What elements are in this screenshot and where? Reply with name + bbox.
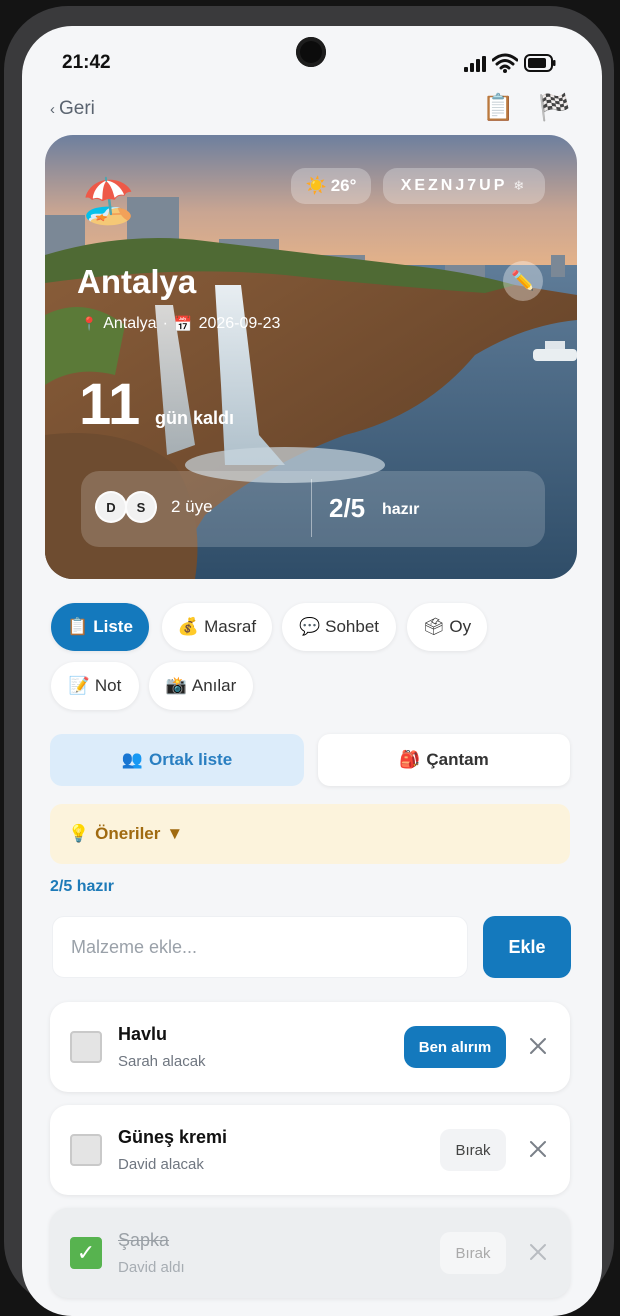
back-label: Geri (59, 98, 95, 119)
signal-icon (464, 56, 486, 72)
trip-code: XEZNJ7UP (400, 177, 508, 194)
tab-label: Oy (449, 617, 472, 636)
item-name: Havlu (118, 1024, 168, 1044)
tab-label: Sohbet (325, 617, 380, 636)
add-item-button[interactable]: Ekle (483, 916, 571, 978)
list-item: Havlu Sarah alacak Ben alırım (50, 1002, 570, 1092)
ballot-box-icon: 🗳 (422, 617, 445, 636)
snowflake-icon: ❄ (513, 178, 528, 193)
pin-icon: 📍 (81, 316, 98, 331)
wifi-icon (492, 53, 518, 73)
weather-badge: ☀️ 26° (291, 168, 371, 204)
app-screen: 21:42 ‹ Geri 📋 🏁 ☀️ 26° XEZNJ7UP ❄ 🏖️ An… (22, 26, 602, 1316)
segment-label: Çantam (426, 750, 489, 769)
item-name: Güneş kremi (118, 1127, 228, 1147)
item-assignee: David alacak (118, 1156, 204, 1173)
calendar-icon: 📅 (173, 316, 193, 333)
camera-icon: 📸 (165, 676, 187, 695)
close-icon[interactable] (524, 1032, 552, 1060)
weather-temp: 26° (330, 176, 357, 195)
back-button[interactable]: ‹ Geri (50, 98, 95, 120)
tab-not[interactable]: 📝 Not (51, 662, 139, 710)
speech-bubble-icon: 💬 (298, 617, 321, 636)
suggestions-label: Öneriler (95, 824, 161, 843)
memo-icon: 📝 (68, 676, 90, 695)
trip-meta: 📍 Antalya · 📅 2026-09-23 (81, 315, 280, 333)
ready-count: 2/5 (329, 493, 366, 523)
edit-pencil-icon[interactable]: ✏️ (503, 261, 543, 301)
checkbox[interactable] (70, 1031, 102, 1063)
segment-my-bag[interactable]: 🎒 Çantam (318, 734, 570, 786)
suggestions-toggle[interactable]: 💡 Öneriler ▼ (50, 804, 570, 864)
item-assignee: Sarah alacak (118, 1053, 206, 1070)
battery-icon (524, 54, 556, 72)
stats-divider (311, 479, 312, 537)
days-label: gün kaldı (155, 408, 235, 428)
item-name: Şapka (118, 1230, 170, 1250)
caret-down-icon: ▼ (166, 824, 184, 843)
trip-hero-card: ☀️ 26° XEZNJ7UP ❄ 🏖️ Antalya ✏️ 📍 Antalya … (45, 135, 577, 579)
trip-title: Antalya (77, 263, 197, 300)
list-item: ✓ Şapka David aldı Bırak (50, 1208, 570, 1298)
phone-frame: 21:42 ‹ Geri 📋 🏁 ☀️ 26° XEZNJ7UP ❄ 🏖️ An… (4, 6, 614, 1316)
tab-masraf[interactable]: 💰 Masraf (162, 603, 272, 651)
front-camera (296, 37, 326, 67)
meta-separator: · (162, 315, 168, 332)
clipboard-icon[interactable]: 📋 (482, 92, 514, 123)
list-item: Güneş kremi David alacak Bırak (50, 1105, 570, 1195)
tab-label: Masraf (204, 617, 257, 636)
tab-label: Anılar (191, 676, 237, 695)
tab-label: Liste (93, 617, 133, 636)
tab-anilar[interactable]: 📸 Anılar (149, 662, 253, 710)
checkbox-checked[interactable]: ✓ (70, 1237, 102, 1269)
trip-code-button[interactable]: XEZNJ7UP ❄ (383, 168, 545, 204)
beach-umbrella-icon: 🏖️ (81, 177, 136, 226)
people-icon: 👥 (121, 750, 143, 769)
status-time: 21:42 (62, 52, 111, 73)
claim-button[interactable]: Ben alırım (404, 1026, 506, 1068)
chevron-left-icon: ‹ (50, 101, 55, 118)
list-ready-count: 2/5 hazır (50, 878, 115, 895)
tab-label: Not (94, 676, 122, 695)
segment-shared-list[interactable]: 👥 Ortak liste (50, 734, 304, 786)
tab-sohbet[interactable]: 💬 Sohbet (282, 603, 396, 651)
checkbox[interactable] (70, 1134, 102, 1166)
avatar: D (95, 491, 127, 523)
item-assignee: David aldı (118, 1259, 185, 1276)
sun-icon: ☀️ (305, 176, 327, 195)
trip-date: 2026-09-23 (198, 315, 281, 332)
close-icon[interactable] (524, 1238, 552, 1266)
release-button[interactable]: Bırak (440, 1232, 506, 1274)
members-count: 2 üye (171, 497, 213, 516)
money-bag-icon: 💰 (177, 617, 200, 636)
checkered-flag-icon[interactable]: 🏁 (538, 92, 570, 123)
check-icon: ✓ (76, 1240, 96, 1265)
add-item-input[interactable] (52, 916, 468, 978)
backpack-icon: 🎒 (399, 750, 421, 769)
days-count: 11 (79, 372, 141, 437)
ready-label: hazır (382, 501, 420, 518)
release-button[interactable]: Bırak (440, 1129, 506, 1171)
trip-location: Antalya (103, 315, 157, 332)
tab-oy[interactable]: 🗳 Oy (407, 603, 487, 651)
avatar: S (125, 491, 157, 523)
segment-label: Ortak liste (149, 750, 233, 769)
lightbulb-icon: 💡 (68, 824, 90, 843)
close-icon[interactable] (524, 1135, 552, 1163)
tab-liste[interactable]: 📋 Liste (51, 603, 149, 651)
clipboard-icon: 📋 (67, 617, 89, 636)
